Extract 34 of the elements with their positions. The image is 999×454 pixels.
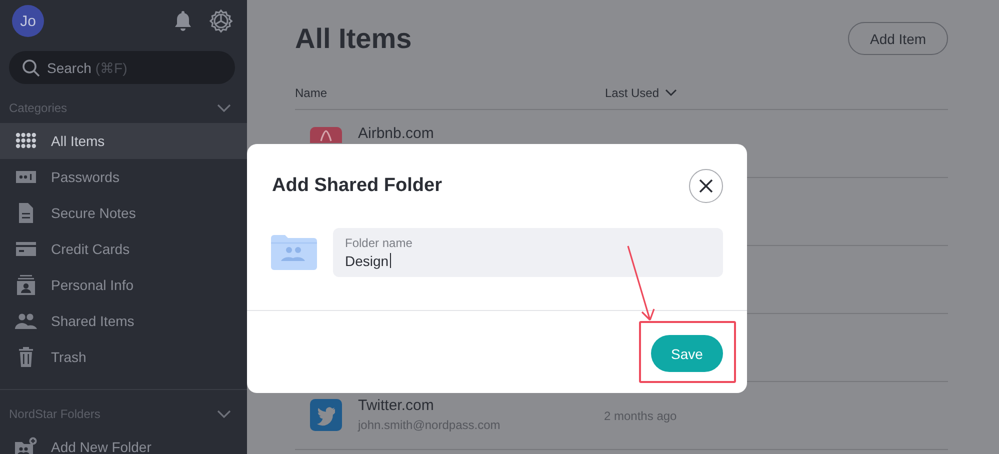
chevron-down-icon[interactable]	[217, 104, 231, 112]
column-header[interactable]: Last Used	[605, 86, 660, 100]
page-title: All Items	[295, 22, 412, 54]
sidebar-item[interactable]: All Items	[0, 123, 247, 159]
id-card-icon	[15, 275, 37, 295]
folder-name-field[interactable]: Folder name Design	[333, 228, 723, 276]
search-placeholder: Search	[47, 60, 92, 76]
chevron-down-icon[interactable]	[217, 410, 231, 418]
bird-icon	[310, 399, 342, 431]
credit-card-icon	[15, 239, 37, 259]
sidebar-item[interactable]: Add New Folder	[0, 429, 247, 454]
bell-icon[interactable]	[173, 10, 193, 32]
avatar[interactable]: Jo	[12, 5, 44, 37]
item-name: Airbnb.com	[358, 125, 435, 142]
search-icon	[21, 58, 41, 78]
shared-folder-icon	[271, 234, 317, 270]
close-button[interactable]	[689, 169, 723, 203]
item-name: Twitter.com	[358, 397, 435, 414]
sidebar-item[interactable]: Secure Notes	[0, 195, 247, 231]
sidebar-item[interactable]: Personal Info	[0, 267, 247, 303]
grid-icon	[15, 131, 37, 151]
app-icon	[310, 127, 342, 143]
chevron-down-icon[interactable]	[665, 89, 678, 97]
dialog-title: Add Shared Folder	[272, 175, 442, 197]
sidebar-item[interactable]: Shared Items	[0, 303, 247, 339]
close-icon	[699, 179, 713, 193]
settings-icon[interactable]	[209, 9, 233, 33]
add-item-button[interactable]: Add Item	[848, 22, 948, 55]
sidebar-item[interactable]: Credit Cards	[0, 231, 247, 267]
column-header[interactable]: Name	[295, 86, 605, 100]
save-button[interactable]: Save	[651, 335, 723, 372]
sidebar-item[interactable]: Trash	[0, 339, 247, 375]
sidebar-item[interactable]: Passwords	[0, 159, 247, 195]
people-icon	[15, 311, 37, 331]
